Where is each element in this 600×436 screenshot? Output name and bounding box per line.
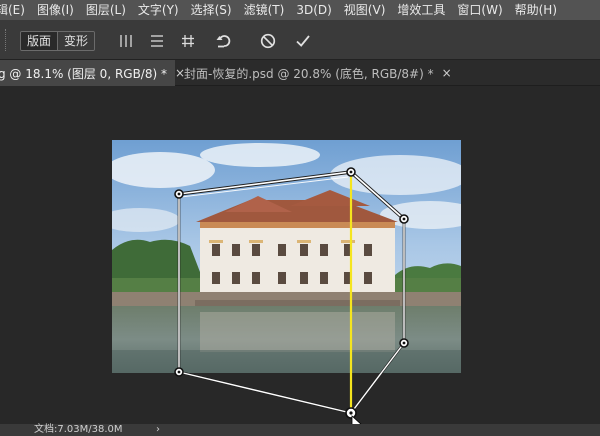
menu-type[interactable]: 文字(Y) — [132, 0, 185, 20]
menu-help[interactable]: 帮助(H) — [509, 0, 563, 20]
status-bar: 文档:7.03M/38.0M › — [0, 424, 600, 436]
options-bar: 版面 变形 — [0, 20, 600, 60]
menu-select[interactable]: 选择(S) — [185, 0, 238, 20]
warp-mode-toggle: 版面 变形 — [20, 31, 96, 51]
workspace — [0, 87, 600, 424]
horizontal-split-icon[interactable] — [146, 30, 168, 52]
document-tab-bar: g @ 18.1% (图层 0, RGB/8) * × 封面-恢复的.psd @… — [0, 60, 600, 86]
status-menu-arrow-icon[interactable]: › — [156, 423, 160, 436]
cancel-icon[interactable] — [257, 30, 279, 52]
tab-active-document[interactable]: g @ 18.1% (图层 0, RGB/8) * × — [0, 60, 185, 86]
tab-title: g @ 18.1% (图层 0, RGB/8) * — [0, 66, 167, 81]
menu-plugins[interactable]: 增效工具 — [391, 0, 451, 20]
menu-layer[interactable]: 图层(L) — [80, 0, 132, 20]
document-canvas[interactable] — [0, 87, 600, 424]
menu-view[interactable]: 视图(V) — [338, 0, 392, 20]
cross-split-icon[interactable] — [177, 30, 199, 52]
menu-image[interactable]: 图像(I) — [31, 0, 80, 20]
menu-filter[interactable]: 滤镜(T) — [238, 0, 291, 20]
commit-icon[interactable] — [292, 30, 314, 52]
menu-edit[interactable]: 辑(E) — [0, 0, 31, 20]
menu-3d[interactable]: 3D(D) — [290, 0, 337, 20]
reset-icon[interactable] — [213, 30, 235, 52]
document-size-info: 文档:7.03M/38.0M — [34, 424, 123, 435]
options-bar-grip[interactable] — [5, 29, 8, 51]
close-icon[interactable]: × — [442, 66, 452, 80]
warp-mode-button[interactable]: 变形 — [57, 32, 95, 50]
photo-image — [112, 140, 461, 373]
tab-title: 封面-恢复的.psd @ 20.8% (底色, RGB/8#) * — [184, 66, 434, 81]
vertical-split-icon[interactable] — [115, 30, 137, 52]
menu-window[interactable]: 窗口(W) — [451, 0, 508, 20]
menu-bar: 辑(E) 图像(I) 图层(L) 文字(Y) 选择(S) 滤镜(T) 3D(D)… — [0, 0, 600, 20]
layout-mode-button[interactable]: 版面 — [21, 32, 58, 50]
tab-cover-document[interactable]: 封面-恢复的.psd @ 20.8% (底色, RGB/8#) * × — [176, 60, 452, 86]
